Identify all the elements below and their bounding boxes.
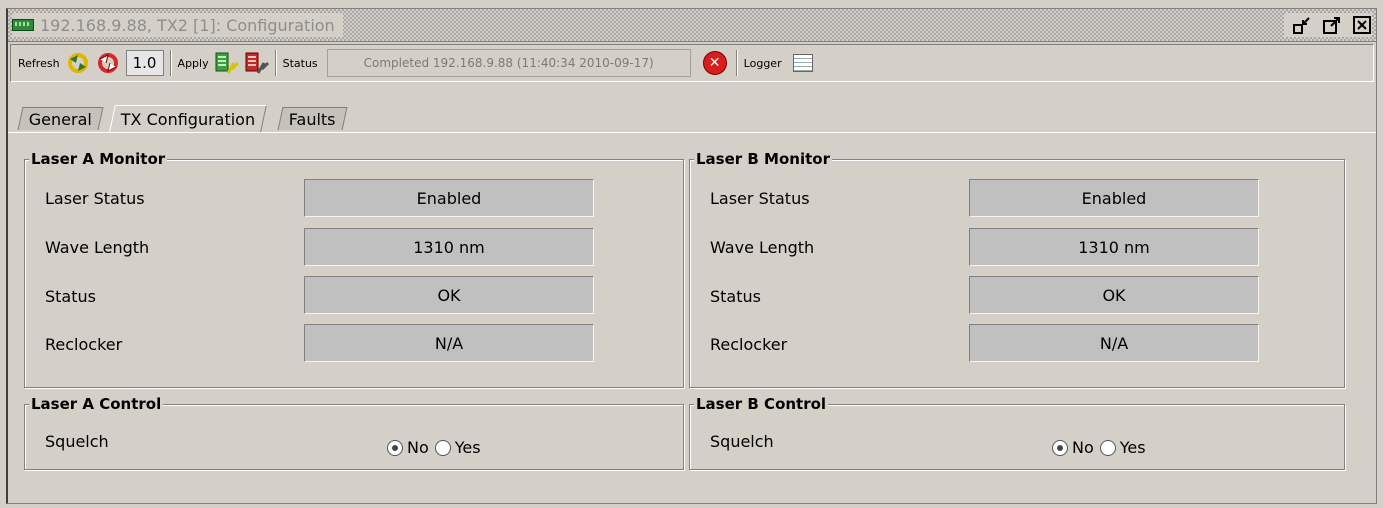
error-icon[interactable]: ✕ xyxy=(702,51,727,75)
toolbar: Refresh 1.0 Apply Status Completed 192.1… xyxy=(10,44,1374,82)
laser-b-reclocker-label: Reclocker xyxy=(710,335,788,354)
apply-all-icon[interactable] xyxy=(244,50,270,76)
status-field: Completed 192.168.9.88 (11:40:34 2010-09… xyxy=(326,49,691,77)
tab-divider xyxy=(8,132,1376,133)
close-icon[interactable] xyxy=(1352,15,1372,35)
tab-faults[interactable]: Faults xyxy=(277,107,348,130)
status-label: Status xyxy=(282,56,318,70)
laser-b-control-group: Laser B Control Squelch No Yes xyxy=(689,395,1345,470)
tab-general[interactable]: General xyxy=(17,107,104,130)
configuration-window: 192.168.9.88, TX2 [1]: Configuration Ref… xyxy=(6,8,1377,504)
version-field: 1.0 xyxy=(125,50,164,76)
laser-a-status-field: Enabled xyxy=(304,179,594,217)
tab-faults-label: Faults xyxy=(288,109,336,129)
laser-a-squelch-radio-group: No Yes xyxy=(387,438,487,457)
laser-a-squelch-no-label[interactable]: No xyxy=(407,438,429,457)
laser-b-status-field: Enabled xyxy=(969,179,1259,217)
laser-b-state-field: OK xyxy=(969,276,1259,314)
laser-b-wavelength-field: 1310 nm xyxy=(969,228,1259,266)
toolbar-separator xyxy=(735,50,738,76)
laser-b-squelch-no-label[interactable]: No xyxy=(1072,438,1094,457)
laser-a-state-field: OK xyxy=(304,276,594,314)
logger-label[interactable]: Logger xyxy=(744,57,782,70)
laser-a-control-title: Laser A Control xyxy=(29,395,164,413)
laser-a-monitor-title: Laser A Monitor xyxy=(29,150,168,168)
laser-a-monitor-group: Laser A Monitor Laser Status Enabled Wav… xyxy=(24,150,684,388)
title-bar[interactable]: 192.168.9.88, TX2 [1]: Configuration xyxy=(8,9,1376,42)
refresh-all-icon[interactable] xyxy=(95,50,121,76)
laser-b-control-title: Laser B Control xyxy=(694,395,829,413)
laser-a-control-group: Laser A Control Squelch No Yes xyxy=(24,395,684,470)
refresh-icon[interactable] xyxy=(65,50,91,76)
laser-a-wavelength-label: Wave Length xyxy=(45,238,150,257)
laser-a-squelch-label: Squelch xyxy=(45,432,109,451)
laser-a-wavelength-field: 1310 nm xyxy=(304,228,594,266)
laser-b-squelch-label: Squelch xyxy=(710,432,774,451)
laser-b-monitor-title: Laser B Monitor xyxy=(694,150,832,168)
window-title: 192.168.9.88, TX2 [1]: Configuration xyxy=(40,15,335,35)
laser-b-squelch-radio-group: No Yes xyxy=(1052,438,1152,457)
logger-icon[interactable] xyxy=(792,54,813,72)
app-icon xyxy=(12,19,34,31)
laser-b-squelch-yes-label[interactable]: Yes xyxy=(1120,438,1146,457)
laser-a-squelch-no-radio[interactable] xyxy=(387,439,403,456)
laser-a-squelch-yes-label[interactable]: Yes xyxy=(455,438,481,457)
title-group: 192.168.9.88, TX2 [1]: Configuration xyxy=(12,13,343,37)
laser-a-reclocker-field: N/A xyxy=(304,324,594,362)
toolbar-separator xyxy=(274,50,277,76)
laser-b-state-label: Status xyxy=(710,287,761,306)
apply-icon[interactable] xyxy=(214,50,240,76)
laser-b-wavelength-label: Wave Length xyxy=(710,238,815,257)
laser-a-squelch-yes-radio[interactable] xyxy=(434,439,451,456)
maximize-icon[interactable] xyxy=(1322,15,1342,35)
tab-general-label: General xyxy=(28,109,92,129)
toolbar-separator xyxy=(169,50,172,76)
laser-b-status-label: Laser Status xyxy=(710,189,810,208)
apply-label[interactable]: Apply xyxy=(178,57,209,70)
minimize-icon[interactable] xyxy=(1292,15,1312,35)
tab-tx-configuration[interactable]: TX Configuration xyxy=(109,105,268,132)
laser-b-monitor-group: Laser B Monitor Laser Status Enabled Wav… xyxy=(689,150,1345,388)
laser-b-reclocker-field: N/A xyxy=(969,324,1259,362)
refresh-label[interactable]: Refresh xyxy=(18,57,60,70)
laser-a-reclocker-label: Reclocker xyxy=(45,335,123,354)
laser-a-status-label: Laser Status xyxy=(45,189,145,208)
laser-b-squelch-no-radio[interactable] xyxy=(1052,439,1068,456)
tab-tx-configuration-label: TX Configuration xyxy=(120,109,256,129)
laser-b-squelch-yes-radio[interactable] xyxy=(1099,439,1116,456)
window-controls xyxy=(1284,13,1372,37)
laser-a-state-label: Status xyxy=(45,287,96,306)
